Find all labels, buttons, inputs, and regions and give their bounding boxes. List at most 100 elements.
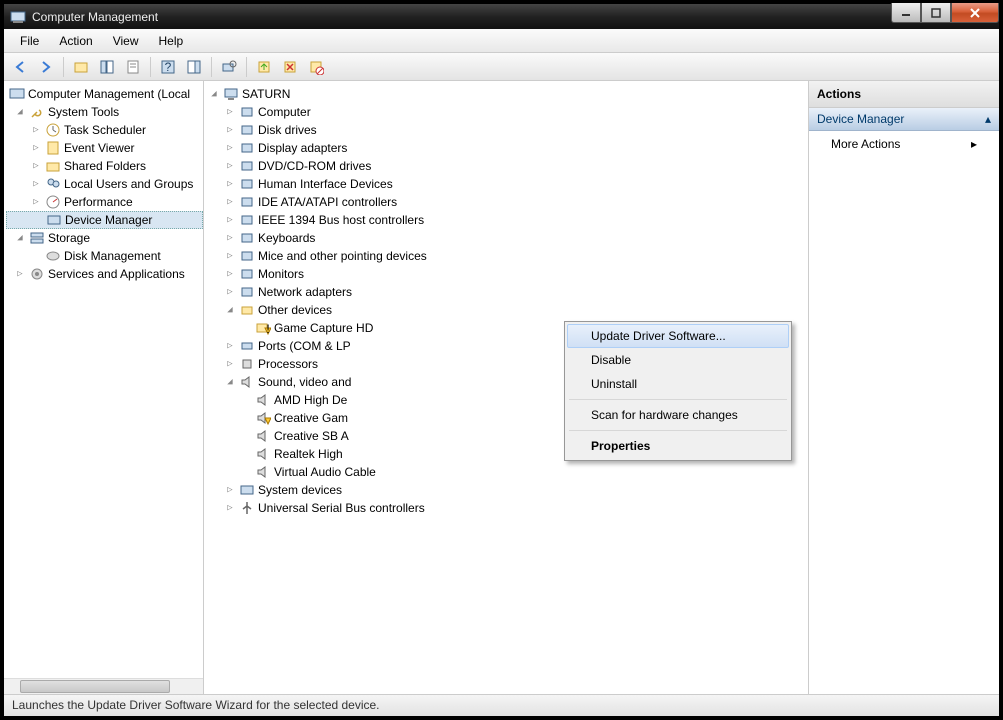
expand-icon[interactable]: ▷ (224, 193, 236, 211)
expand-icon[interactable]: ▷ (224, 229, 236, 247)
collapse-icon[interactable]: ◢ (224, 301, 236, 319)
forward-button[interactable] (34, 55, 58, 79)
uninstall-button[interactable] (278, 55, 302, 79)
users-icon (45, 176, 61, 192)
device-category[interactable]: ▷IEEE 1394 Bus host controllers (204, 211, 808, 229)
expand-icon[interactable]: ▷ (30, 193, 42, 211)
device-other-devices[interactable]: ◢Other devices (204, 301, 808, 319)
disable-button[interactable] (304, 55, 328, 79)
collapse-icon[interactable]: ◢ (224, 373, 236, 391)
collapse-icon[interactable]: ◢ (14, 229, 26, 247)
help-button[interactable]: ? (156, 55, 180, 79)
speaker-icon (255, 464, 271, 480)
device-category[interactable]: ▷Network adapters (204, 283, 808, 301)
device-category[interactable]: ▷Computer (204, 103, 808, 121)
titlebar[interactable]: Computer Management (4, 4, 999, 29)
context-properties[interactable]: Properties (567, 434, 789, 458)
menu-view[interactable]: View (103, 31, 149, 51)
tree-local-users[interactable]: ▷Local Users and Groups (6, 175, 203, 193)
device-tree-pane: ◢SATURN ▷Computer▷Disk drives▷Display ad… (204, 81, 809, 694)
device-category-icon (239, 230, 255, 246)
expand-icon[interactable]: ▷ (30, 175, 42, 193)
tree-disk-management[interactable]: Disk Management (6, 247, 203, 265)
tree-device-manager[interactable]: Device Manager (6, 211, 203, 229)
actions-pane: Actions Device Manager ▴ More Actions ▸ (809, 81, 999, 694)
tree-root[interactable]: Computer Management (Local (6, 85, 203, 103)
back-button[interactable] (8, 55, 32, 79)
device-category[interactable]: ▷Disk drives (204, 121, 808, 139)
device-category[interactable]: ▷Display adapters (204, 139, 808, 157)
expand-icon[interactable]: ▷ (224, 175, 236, 193)
device-category[interactable]: ▷IDE ATA/ATAPI controllers (204, 193, 808, 211)
device-category[interactable]: ▷DVD/CD-ROM drives (204, 157, 808, 175)
menubar: File Action View Help (4, 29, 999, 53)
expand-icon[interactable]: ▷ (224, 481, 236, 499)
show-hide-tree-button[interactable] (95, 55, 119, 79)
expand-icon[interactable]: ▷ (224, 157, 236, 175)
context-separator (569, 399, 787, 400)
warning-device-icon: ! (255, 320, 271, 336)
menu-help[interactable]: Help (149, 31, 194, 51)
collapse-icon[interactable]: ▴ (985, 112, 991, 126)
device-system-devices[interactable]: ▷System devices (204, 481, 808, 499)
collapse-icon[interactable]: ◢ (14, 103, 26, 121)
scrollbar-thumb[interactable] (20, 680, 170, 693)
actions-header: Actions (809, 81, 999, 108)
device-category[interactable]: ▷Human Interface Devices (204, 175, 808, 193)
expand-icon[interactable]: ▷ (14, 265, 26, 283)
tree-performance[interactable]: ▷Performance (6, 193, 203, 211)
expand-icon[interactable]: ▷ (30, 139, 42, 157)
maximize-button[interactable] (921, 3, 951, 23)
collapse-icon[interactable]: ◢ (208, 85, 220, 103)
context-update-driver[interactable]: Update Driver Software... (567, 324, 789, 348)
device-category[interactable]: ▷Mice and other pointing devices (204, 247, 808, 265)
tree-task-scheduler[interactable]: ▷Task Scheduler (6, 121, 203, 139)
expand-icon[interactable]: ▷ (224, 499, 236, 517)
properties-button[interactable] (121, 55, 145, 79)
tree-shared-folders[interactable]: ▷Shared Folders (6, 157, 203, 175)
tree-services[interactable]: ▷Services and Applications (6, 265, 203, 283)
device-category-icon (239, 158, 255, 174)
context-uninstall[interactable]: Uninstall (567, 372, 789, 396)
expand-icon[interactable]: ▷ (30, 121, 42, 139)
device-sound-item[interactable]: Virtual Audio Cable (204, 463, 808, 481)
update-driver-button[interactable] (252, 55, 276, 79)
toolbar: ? (4, 53, 999, 81)
up-button[interactable] (69, 55, 93, 79)
window-title: Computer Management (32, 10, 891, 24)
menu-action[interactable]: Action (49, 31, 102, 51)
expand-icon[interactable]: ▷ (224, 139, 236, 157)
app-icon (10, 9, 26, 25)
device-category[interactable]: ▷Monitors (204, 265, 808, 283)
computer-management-window: Computer Management File Action View Hel… (3, 3, 1000, 717)
context-menu: Update Driver Software... Disable Uninst… (564, 321, 792, 461)
horizontal-scrollbar[interactable] (4, 678, 203, 694)
device-category[interactable]: ▷Keyboards (204, 229, 808, 247)
expand-icon[interactable]: ▷ (224, 355, 236, 373)
expand-icon[interactable]: ▷ (224, 283, 236, 301)
expand-icon[interactable]: ▷ (30, 157, 42, 175)
context-disable[interactable]: Disable (567, 348, 789, 372)
tree-event-viewer[interactable]: ▷Event Viewer (6, 139, 203, 157)
close-button[interactable] (951, 3, 999, 23)
device-root[interactable]: ◢SATURN (204, 85, 808, 103)
device-category-icon (239, 122, 255, 138)
context-separator (569, 430, 787, 431)
expand-icon[interactable]: ▷ (224, 265, 236, 283)
device-usb-controllers[interactable]: ▷Universal Serial Bus controllers (204, 499, 808, 517)
tree-storage[interactable]: ◢Storage (6, 229, 203, 247)
expand-icon[interactable]: ▷ (224, 337, 236, 355)
actions-section-device-manager[interactable]: Device Manager ▴ (809, 108, 999, 131)
expand-icon[interactable]: ▷ (224, 121, 236, 139)
expand-icon[interactable]: ▷ (224, 247, 236, 265)
device-manager-icon (46, 212, 62, 228)
scan-hardware-button[interactable] (217, 55, 241, 79)
minimize-button[interactable] (891, 3, 921, 23)
action-pane-button[interactable] (182, 55, 206, 79)
context-scan[interactable]: Scan for hardware changes (567, 403, 789, 427)
actions-more-actions[interactable]: More Actions ▸ (809, 131, 999, 157)
menu-file[interactable]: File (10, 31, 49, 51)
tree-system-tools[interactable]: ◢ System Tools (6, 103, 203, 121)
expand-icon[interactable]: ▷ (224, 211, 236, 229)
expand-icon[interactable]: ▷ (224, 103, 236, 121)
